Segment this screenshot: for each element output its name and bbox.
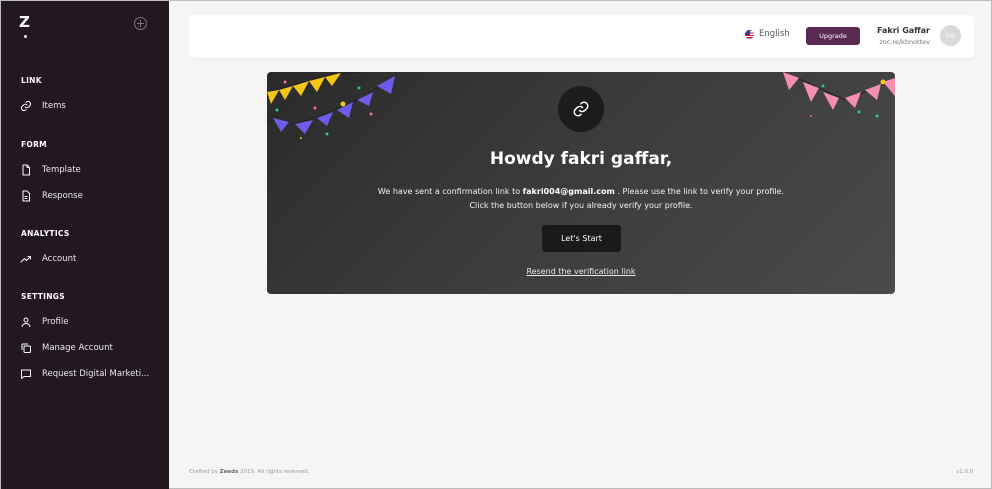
top-header: English Upgrade Fakri Gaffar zoc.re/kbno… [189,15,974,58]
trending-up-icon [20,256,31,263]
copy-icon [21,343,31,353]
footer-suffix: 2019. All rights reserved. [238,469,310,475]
sidebar-item-template[interactable]: Template [20,162,160,178]
sidebar-item-label: Template [42,165,81,175]
sidebar-item-manage-account[interactable]: Manage Account [20,340,160,356]
user-icon [21,317,31,328]
user-name: Fakri Gaffar [877,26,930,35]
sidebar-item-items[interactable]: Items [20,98,160,114]
message-prefix: We have sent a confirmation link to [377,187,523,196]
sidebar: Z LINK Items FORM Template Response ANAL… [1,1,169,489]
message-suffix: . Please use the link to verify your pro… [614,187,785,196]
bunting-left-decoration [267,72,396,139]
sidebar-item-label: Profile [42,317,69,327]
app-version: v1.0.0 [956,469,974,475]
message-line-2: Click the button below if you already ve… [469,201,693,210]
link-badge [558,86,604,132]
sidebar-item-label: Items [42,101,66,111]
greeting-heading: Howdy fakri gaffar, [489,149,673,169]
footer-brand-link[interactable]: Zeeds [220,469,239,475]
add-icon[interactable] [134,17,147,30]
app-logo[interactable]: Z [19,15,30,30]
resend-verification-link[interactable]: Resend the verification link [267,267,895,276]
user-email: fakri004@gmail.com [522,187,615,196]
language-label: English [759,29,790,39]
avatar[interactable]: FG [940,25,961,46]
user-handle: zoc.re/kbnottev [879,38,930,46]
verification-message: We have sent a confirmation link to fakr… [267,185,895,213]
document-text-icon [22,190,30,202]
section-title-analytics: ANALYTICS [21,229,70,238]
verification-banner: Howdy fakri gaffar, We have sent a confi… [267,72,895,294]
section-title-form: FORM [21,140,47,149]
message-icon [21,369,31,379]
sidebar-item-label: Request Digital Marketi... [42,369,150,379]
logo-dot [24,35,27,38]
lets-start-button[interactable]: Let's Start [542,225,621,252]
sidebar-item-request-digital-marketing[interactable]: Request Digital Marketi... [20,366,160,382]
section-title-link: LINK [21,76,42,85]
sidebar-item-response[interactable]: Response [20,188,160,204]
section-title-settings: SETTINGS [21,292,65,301]
footer-prefix: Crafted by [189,469,220,475]
upgrade-button[interactable]: Upgrade [806,27,860,45]
language-selector[interactable]: English [745,29,790,39]
footer-copyright: Crafted by Zeeds 2019. All rights reserv… [189,469,310,475]
document-icon [22,164,30,176]
us-flag-icon [745,29,754,39]
sidebar-item-profile[interactable]: Profile [20,314,160,330]
sidebar-item-label: Account [42,254,77,264]
link-icon [21,101,31,111]
sidebar-item-label: Response [42,191,83,201]
bunting-right-decoration [782,72,895,118]
sidebar-item-account[interactable]: Account [20,251,160,267]
link-icon [573,101,589,117]
sidebar-item-label: Manage Account [42,343,113,353]
